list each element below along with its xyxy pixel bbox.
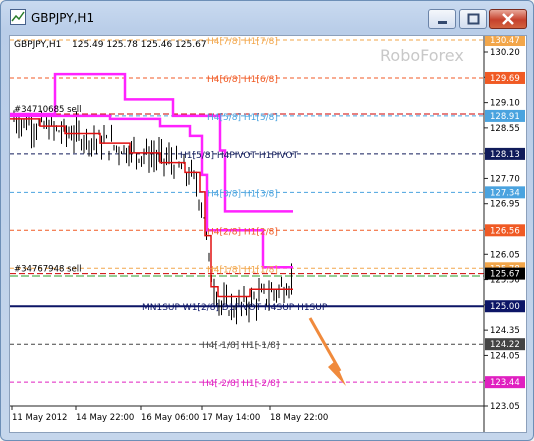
level-label: H4[5/8] H1[5/8] bbox=[207, 113, 278, 123]
level-label: H4[2/8] H1[2/8] bbox=[207, 227, 278, 237]
maximize-button[interactable] bbox=[459, 9, 487, 29]
minimize-button[interactable] bbox=[428, 9, 456, 29]
price-badge-label: 123.44 bbox=[490, 378, 520, 388]
time-tick-label: 11 May 2012 bbox=[12, 413, 67, 423]
price-tick-label: 130.20 bbox=[490, 48, 520, 58]
watermark: RoboForex bbox=[380, 46, 464, 65]
price-badge-label: 129.69 bbox=[490, 74, 520, 84]
time-axis: 11 May 2012 14 May 22:00 16 May 06:00 17 Ma… bbox=[11, 406, 328, 423]
time-tick-label: 17 May 14:00 bbox=[202, 413, 260, 423]
time-tick-label: 14 May 22:00 bbox=[76, 413, 134, 423]
level-label: H4[3/8] H1[3/8] bbox=[207, 189, 278, 199]
level-label: H4[1/8] H1[1/8] bbox=[207, 265, 278, 275]
trend-arrow bbox=[308, 317, 346, 386]
price-badge-label: 125.00 bbox=[490, 302, 520, 312]
current-price-label: 125.67 bbox=[490, 270, 520, 280]
price-badge-label: 127.34 bbox=[490, 188, 520, 198]
maximize-icon bbox=[467, 13, 480, 25]
level-label: H4[7/8] H1[7/8] bbox=[207, 37, 278, 47]
level-label: H4[6/8] H1[6/8] bbox=[207, 75, 278, 85]
price-badge-label: 124.22 bbox=[490, 340, 520, 350]
price-tick-label: 123.05 bbox=[490, 402, 520, 412]
price-tick-label: 127.70 bbox=[490, 174, 520, 184]
terminal-window: GBPJPY,H1 H4[7/8] H1[7/8] H4[6/8] H1[6/8]… bbox=[0, 0, 534, 441]
chart-area[interactable]: H4[7/8] H1[7/8] H4[6/8] H1[6/8] H4[5/8] H1… bbox=[9, 34, 527, 433]
chart-icon bbox=[10, 9, 26, 25]
symbol-label: GBPJPY,H1 bbox=[14, 40, 61, 50]
price-tick-label: 129.10 bbox=[490, 99, 520, 109]
price-tick-label: 124.35 bbox=[490, 326, 520, 336]
level-label: H4[-2/8] H1[-2/8] bbox=[202, 379, 279, 389]
price-tick-label: 124.05 bbox=[490, 351, 520, 361]
price-chart[interactable]: H4[7/8] H1[7/8] H4[6/8] H1[6/8] H4[5/8] H1… bbox=[10, 34, 526, 432]
minimize-icon bbox=[438, 21, 447, 24]
price-tick-label: 126.05 bbox=[490, 250, 520, 260]
order-label: #34767948 sell bbox=[14, 265, 81, 275]
level-label: MN1SUP W1[2/8] D1PIVOT H4SUP H1SUP bbox=[142, 303, 328, 313]
close-icon bbox=[502, 13, 514, 25]
price-badge-label: 128.91 bbox=[490, 112, 520, 122]
order-label: #34710685 sell bbox=[14, 105, 81, 115]
price-badge-label: 130.47 bbox=[490, 36, 520, 46]
close-button[interactable] bbox=[489, 9, 527, 29]
window-title: GBPJPY,H1 bbox=[31, 11, 95, 25]
level-label: H4[-1/8] H1[-1/8] bbox=[202, 341, 279, 351]
price-tick-label: 126.95 bbox=[490, 200, 520, 210]
level-label: H1[5/8] H4PIVOT H1PIVOT bbox=[180, 151, 299, 161]
price-badge-label: 128.13 bbox=[490, 150, 520, 160]
price-badge-label: 126.56 bbox=[490, 226, 520, 236]
price-axis: 130.20129.65129.10128.55128.25127.70126.… bbox=[484, 34, 525, 412]
time-tick-label: 18 May 22:00 bbox=[270, 413, 328, 423]
price-tick-label: 128.55 bbox=[490, 124, 520, 134]
title-bar[interactable]: GBPJPY,H1 bbox=[1, 1, 533, 35]
ohlc-values: 125.49 125.78 125.46 125.67 bbox=[72, 40, 207, 50]
time-tick-label: 16 May 06:00 bbox=[141, 413, 199, 423]
